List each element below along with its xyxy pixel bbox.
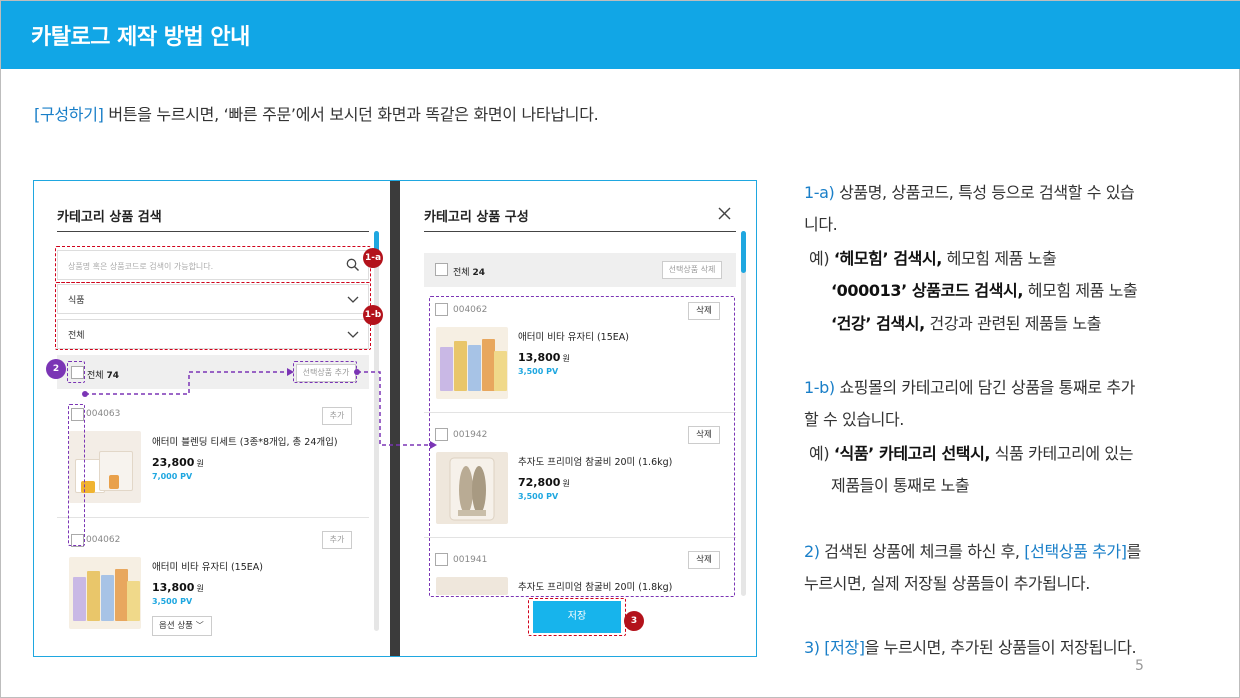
desc-2-line1: 2) 검색된 상품에 체크를 하신 후, [선택상품 추가]를	[804, 542, 1141, 561]
intro-text: [구성하기] 버튼을 누르시면, ‘빠른 주문’에서 보시던 화면과 똑같은 화…	[34, 101, 599, 125]
product-name: 애터미 블렌딩 티세트 (3종*8개입, 총 24개입)	[152, 437, 338, 448]
product-pv: 7,000 PV	[152, 472, 193, 481]
result-count: 74	[106, 371, 119, 381]
badge-1a: 1-a	[363, 248, 383, 268]
row-divider	[57, 517, 369, 518]
badge-1b: 1-b	[363, 305, 383, 325]
category-search-panel: 카테고리 상품 검색 상품명 혹은 상품코드로 검색이 가능합니다. 식품 전체…	[34, 181, 390, 656]
option-select[interactable]: 옵션 상품 ﹀	[152, 616, 212, 636]
desc-1b-line1: 1-b) 쇼핑몰의 카테고리에 담긴 상품을 통째로 추가	[804, 378, 1135, 397]
product-code: 004062	[86, 535, 121, 545]
product-pv: 3,500 PV	[152, 597, 193, 606]
page-number: 5	[1135, 658, 1144, 674]
desc-example-4-line2: 제품들이 통째로 노출	[831, 476, 970, 495]
slide: 카탈로그 제작 방법 안내 [구성하기] 버튼을 누르시면, ‘빠른 주문’에서…	[0, 0, 1240, 698]
annotation-add-selected-box	[293, 361, 357, 383]
result-count-label: 전체 74	[87, 371, 119, 381]
intro-highlight: [구성하기]	[34, 105, 104, 124]
page-title: 카탈로그 제작 방법 안내	[31, 25, 250, 50]
title-divider	[424, 231, 736, 232]
title-divider	[57, 231, 369, 232]
badge-2: 2	[46, 359, 66, 379]
left-scrollbar[interactable]	[374, 231, 379, 631]
panel-divider	[390, 181, 400, 656]
category-compose-panel: 카테고리 상품 구성 전체 24 선택상품 삭제 004062 삭제 애터미 비…	[400, 181, 756, 656]
annotation-1a-box	[55, 246, 371, 283]
add-button[interactable]: 추가	[322, 407, 352, 425]
annotation-added-items-box	[429, 296, 735, 597]
desc-3: 3) [저장]을 누르시면, 추가된 상품들이 저장됩니다.	[804, 638, 1137, 657]
select-all-checkbox[interactable]	[435, 263, 448, 276]
chevron-down-icon: ﹀	[195, 621, 204, 630]
product-name: 애터미 비타 유자티 (15EA)	[152, 562, 263, 573]
compose-count-label: 전체 24	[453, 268, 485, 278]
compose-count: 24	[472, 268, 485, 278]
search-panel-title: 카테고리 상품 검색	[57, 210, 162, 225]
header-bar: 카탈로그 제작 방법 안내	[1, 1, 1240, 69]
annotation-1b-box	[55, 282, 371, 350]
product-code: 004063	[86, 409, 121, 419]
compose-panel-title: 카테고리 상품 구성	[424, 210, 529, 225]
desc-2-line2: 누르시면, 실제 저장될 상품들이 추가됩니다.	[804, 574, 1090, 593]
delete-selected-button[interactable]: 선택상품 삭제	[662, 261, 722, 279]
desc-1a-line2: 니다.	[804, 215, 838, 234]
right-scroll-thumb[interactable]	[741, 231, 746, 273]
annotation-checkbox-column	[68, 404, 85, 546]
desc-1a-line1: 1-a) 상품명, 상품코드, 특성 등으로 검색할 수 있습	[804, 183, 1135, 202]
ui-mockup: 카테고리 상품 검색 상품명 혹은 상품코드로 검색이 가능합니다. 식품 전체…	[33, 180, 757, 657]
product-price: 13,800 원	[152, 581, 204, 594]
badge-3: 3	[624, 611, 644, 631]
product-price: 23,800 원	[152, 456, 204, 469]
annotation-save-box	[528, 598, 626, 636]
product-image	[69, 557, 141, 629]
desc-1b-line2: 할 수 있습니다.	[804, 410, 904, 429]
intro-rest: 버튼을 누르시면, ‘빠른 주문’에서 보시던 화면과 똑같은 화면이 나타납니…	[103, 105, 599, 124]
desc-example-1: 예) ‘헤모힘’ 검색시, 헤모힘 제품 노출	[809, 249, 1057, 268]
desc-example-2: ‘000013’ 상품코드 검색시, 헤모힘 제품 노출	[831, 281, 1138, 300]
close-icon[interactable]	[718, 207, 731, 220]
annotation-checkbox-box	[67, 361, 85, 383]
desc-example-4: 예) ‘식품’ 카테고리 선택시, 식품 카테고리에 있는	[809, 444, 1134, 463]
right-scrollbar[interactable]	[741, 231, 746, 596]
add-button[interactable]: 추가	[322, 531, 352, 549]
desc-example-3: ‘건강’ 검색시, 건강과 관련된 제품들 노출	[831, 314, 1102, 333]
